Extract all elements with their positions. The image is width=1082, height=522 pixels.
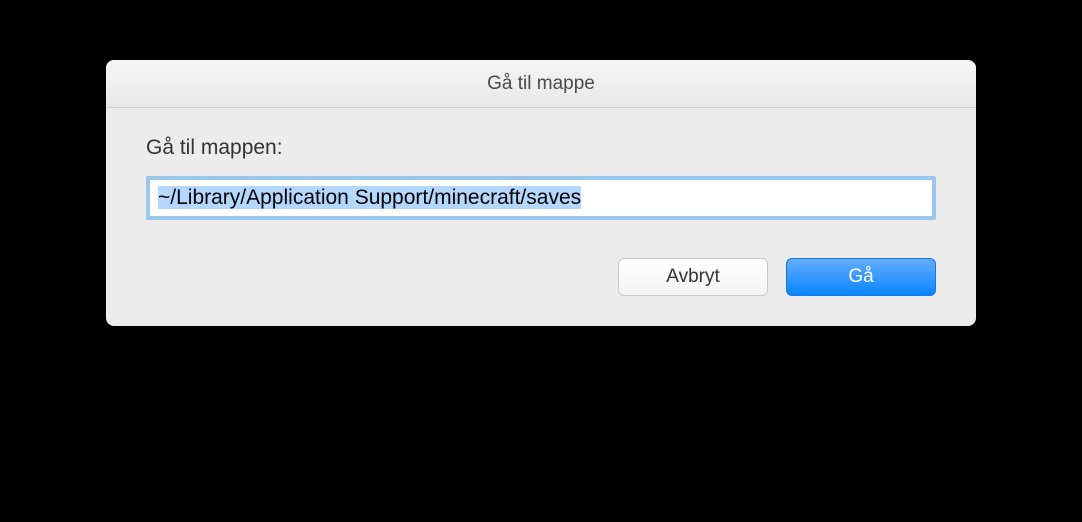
path-input-wrapper[interactable]: ~/Library/Application Support/minecraft/… [146, 176, 936, 220]
go-button[interactable]: Gå [786, 258, 936, 296]
cancel-button[interactable]: Avbryt [618, 258, 768, 296]
path-input[interactable]: ~/Library/Application Support/minecraft/… [150, 180, 932, 216]
dialog-titlebar: Gå til mappe [106, 60, 976, 108]
dialog-title: Gå til mappe [487, 73, 595, 95]
path-label: Gå til mappen: [146, 136, 936, 160]
dialog-content: Gå til mappen: ~/Library/Application Sup… [106, 108, 976, 326]
go-to-folder-dialog: Gå til mappe Gå til mappen: ~/Library/Ap… [106, 60, 976, 326]
dialog-buttons: Avbryt Gå [146, 258, 936, 296]
